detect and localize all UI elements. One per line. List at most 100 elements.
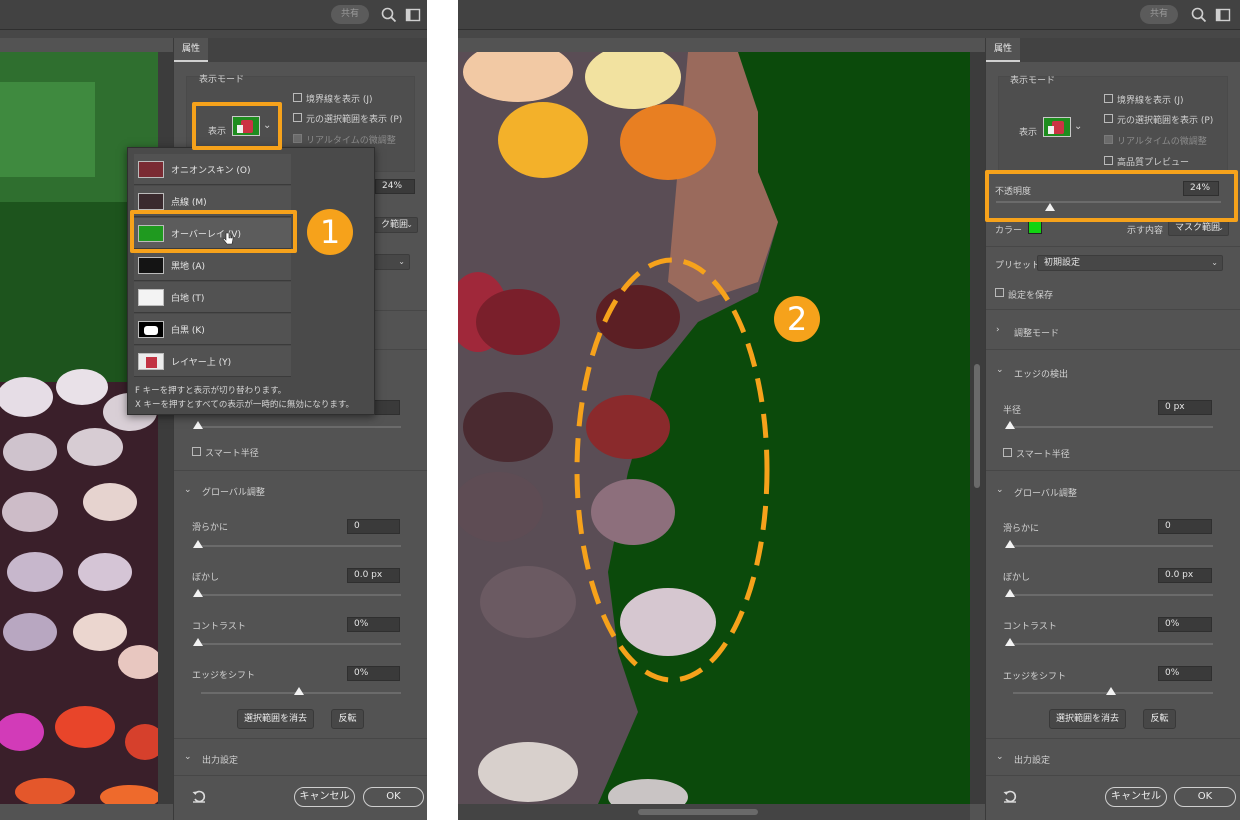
ok-button[interactable]: OK bbox=[1174, 787, 1236, 807]
output-settings-label[interactable]: 出力設定 bbox=[1014, 753, 1050, 766]
cancel-button[interactable]: キャンセル bbox=[1105, 787, 1167, 807]
radius-slider[interactable] bbox=[1008, 426, 1213, 428]
smooth-slider-handle[interactable] bbox=[1005, 540, 1015, 548]
scrollbar-thumb[interactable] bbox=[638, 809, 758, 815]
clear-selection-button[interactable]: 選択範囲を消去 bbox=[237, 709, 314, 729]
dropdown-item-label: 点線 (M) bbox=[171, 198, 207, 208]
canvas-vertical-scrollbar[interactable] bbox=[970, 52, 985, 804]
properties-panel: 属性 表示モード 表示 ⌄ 境界線を表示 (J) 元の選択範囲を表示 (P) リ… bbox=[985, 38, 1240, 820]
color-swatch[interactable] bbox=[1028, 221, 1042, 234]
realtime-refine-checkbox[interactable] bbox=[1104, 135, 1113, 144]
view-label: 表示 bbox=[1019, 128, 1038, 138]
smooth-slider[interactable] bbox=[1008, 545, 1213, 547]
show-select[interactable]: マスク範囲 ⌄ bbox=[1168, 220, 1229, 236]
output-settings-label[interactable]: 出力設定 bbox=[202, 753, 238, 766]
share-button[interactable]: 共有 bbox=[331, 5, 369, 24]
radius-slider-handle[interactable] bbox=[1005, 421, 1015, 429]
smart-radius-checkbox[interactable] bbox=[192, 447, 201, 456]
radius-slider[interactable] bbox=[196, 426, 401, 428]
feather-slider[interactable] bbox=[196, 594, 401, 596]
smooth-label: 滑らかに bbox=[192, 523, 229, 533]
reset-icon[interactable] bbox=[1002, 788, 1018, 804]
workspace-icon[interactable] bbox=[1214, 6, 1232, 24]
high-quality-preview-checkbox[interactable] bbox=[1104, 156, 1113, 165]
show-select[interactable]: ク範囲 ⌄ bbox=[374, 217, 418, 233]
global-section-label[interactable]: グローバル調整 bbox=[1014, 486, 1077, 499]
show-edges-checkbox[interactable] bbox=[293, 93, 302, 102]
smooth-slider[interactable] bbox=[196, 545, 401, 547]
show-original-checkbox[interactable] bbox=[293, 113, 302, 122]
canvas-horizontal-scrollbar[interactable] bbox=[458, 804, 970, 820]
tab-properties[interactable]: 属性 bbox=[174, 38, 208, 62]
smart-radius-label: スマート半径 bbox=[205, 449, 259, 459]
clear-selection-button[interactable]: 選択範囲を消去 bbox=[1049, 709, 1126, 729]
view-mode-thumbnail[interactable] bbox=[1043, 117, 1071, 137]
feather-slider-handle[interactable] bbox=[1005, 589, 1015, 597]
global-section-label[interactable]: グローバル調整 bbox=[202, 485, 265, 498]
contrast-slider[interactable] bbox=[1008, 643, 1213, 645]
chevron-down-icon[interactable]: ⌄ bbox=[996, 485, 1004, 495]
contrast-slider-handle[interactable] bbox=[1005, 638, 1015, 646]
invert-button[interactable]: 反転 bbox=[1143, 709, 1176, 729]
chevron-down-icon[interactable]: ⌄ bbox=[996, 365, 1004, 375]
show-original-label: 元の選択範囲を表示 (P) bbox=[1117, 116, 1214, 126]
smart-radius-checkbox[interactable] bbox=[1003, 448, 1012, 457]
shift-edge-field[interactable]: 0% bbox=[1158, 666, 1212, 681]
shift-edge-field[interactable]: 0% bbox=[347, 666, 400, 681]
scrollbar-thumb[interactable] bbox=[974, 364, 980, 488]
divider bbox=[986, 470, 1240, 471]
show-edges-checkbox[interactable] bbox=[1104, 94, 1113, 103]
preset-select[interactable]: 初期設定 ⌄ bbox=[1037, 255, 1223, 271]
adjust-mode-label[interactable]: 調整モード bbox=[1014, 326, 1059, 339]
dropdown-item-label: オニオンスキン (O) bbox=[171, 166, 251, 176]
feather-label: ぼかし bbox=[192, 573, 220, 583]
chevron-down-icon[interactable]: ⌄ bbox=[184, 485, 192, 495]
invert-button[interactable]: 反転 bbox=[331, 709, 364, 729]
smooth-field[interactable]: 0 bbox=[347, 519, 400, 534]
search-icon[interactable] bbox=[380, 6, 398, 24]
reset-icon[interactable] bbox=[191, 788, 207, 804]
tab-properties[interactable]: 属性 bbox=[986, 38, 1020, 62]
realtime-refine-checkbox[interactable] bbox=[293, 134, 302, 143]
chevron-down-icon[interactable]: ⌄ bbox=[996, 752, 1004, 762]
feather-label: ぼかし bbox=[1003, 573, 1031, 583]
workspace-icon[interactable] bbox=[404, 6, 422, 24]
radius-field[interactable]: 0 px bbox=[1158, 400, 1212, 415]
chevron-down-icon[interactable]: ⌄ bbox=[184, 752, 192, 762]
shift-edge-slider-handle[interactable] bbox=[294, 687, 304, 695]
feather-slider[interactable] bbox=[1008, 594, 1213, 596]
chevron-right-icon[interactable]: › bbox=[996, 325, 1000, 335]
dropdown-item-on-layers[interactable]: レイヤー上 (Y) bbox=[134, 346, 291, 377]
feather-field[interactable]: 0.0 px bbox=[347, 568, 400, 583]
preset-select[interactable]: ⌄ bbox=[374, 254, 410, 270]
opacity-field[interactable]: 24% bbox=[375, 179, 415, 194]
edge-detection-label[interactable]: エッジの検出 bbox=[1014, 367, 1068, 380]
dropdown-item-on-white[interactable]: 白地 (T) bbox=[134, 282, 291, 313]
show-original-checkbox[interactable] bbox=[1104, 114, 1113, 123]
show-label: 示す内容 bbox=[1127, 226, 1164, 236]
contrast-label: コントラスト bbox=[192, 622, 246, 632]
chevron-down-icon: ⌄ bbox=[1217, 223, 1224, 232]
smooth-field[interactable]: 0 bbox=[1158, 519, 1212, 534]
cancel-button[interactable]: キャンセル bbox=[294, 787, 355, 807]
contrast-slider-handle[interactable] bbox=[193, 638, 203, 646]
search-icon[interactable] bbox=[1190, 6, 1208, 24]
dropdown-item-on-black[interactable]: 黒地 (A) bbox=[134, 250, 291, 281]
save-settings-checkbox[interactable] bbox=[995, 288, 1004, 297]
smooth-slider-handle[interactable] bbox=[193, 540, 203, 548]
ok-button[interactable]: OK bbox=[363, 787, 424, 807]
radius-label: 半径 bbox=[1003, 406, 1022, 416]
contrast-field[interactable]: 0% bbox=[1158, 617, 1212, 632]
shift-edge-label: エッジをシフト bbox=[192, 671, 256, 681]
feather-field[interactable]: 0.0 px bbox=[1158, 568, 1212, 583]
feather-slider-handle[interactable] bbox=[193, 589, 203, 597]
chevron-down-icon[interactable]: ⌄ bbox=[1074, 121, 1082, 132]
contrast-field[interactable]: 0% bbox=[347, 617, 400, 632]
radius-slider-handle[interactable] bbox=[193, 421, 203, 429]
shift-edge-slider-handle[interactable] bbox=[1106, 687, 1116, 695]
dropdown-item-onion-skin[interactable]: オニオンスキン (O) bbox=[134, 154, 291, 185]
share-button[interactable]: 共有 bbox=[1140, 5, 1178, 24]
realtime-refine-label: リアルタイムの微調整 bbox=[1117, 137, 1207, 147]
dropdown-item-black-white[interactable]: 白黒 (K) bbox=[134, 314, 291, 345]
contrast-slider[interactable] bbox=[196, 643, 401, 645]
